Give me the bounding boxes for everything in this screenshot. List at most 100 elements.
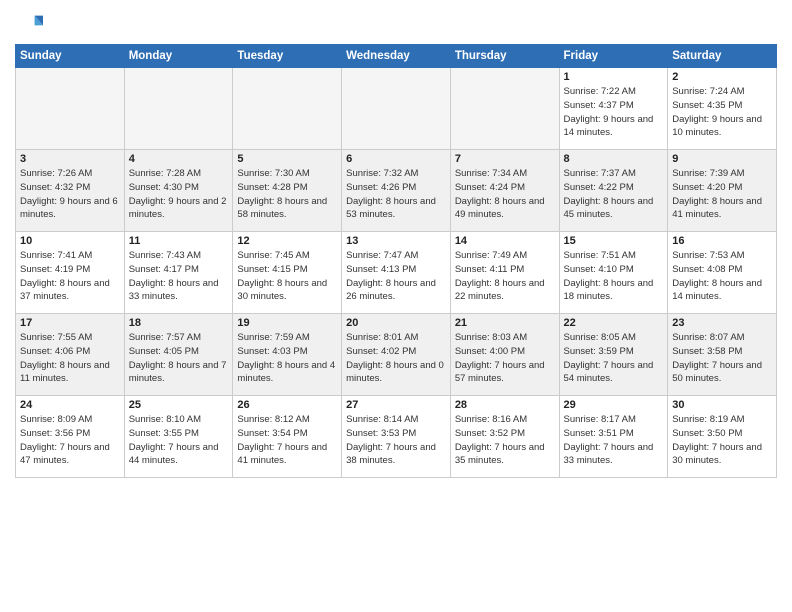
- day-number: 19: [237, 317, 337, 329]
- calendar-cell: 27 Sunrise: 8:14 AM Sunset: 3:53 PM Dayli…: [342, 396, 451, 478]
- day-number: 25: [129, 399, 229, 411]
- day-info: Sunrise: 7:49 AM Sunset: 4:11 PM Dayligh…: [455, 249, 555, 304]
- day-number: 22: [564, 317, 664, 329]
- calendar-cell: 26 Sunrise: 8:12 AM Sunset: 3:54 PM Dayli…: [233, 396, 342, 478]
- calendar-cell: 7 Sunrise: 7:34 AM Sunset: 4:24 PM Daylig…: [450, 150, 559, 232]
- day-number: 24: [20, 399, 120, 411]
- calendar-cell: [450, 68, 559, 150]
- day-info: Sunrise: 8:01 AM Sunset: 4:02 PM Dayligh…: [346, 331, 446, 386]
- day-info: Sunrise: 7:24 AM Sunset: 4:35 PM Dayligh…: [672, 85, 772, 140]
- col-header-saturday: Saturday: [668, 45, 777, 68]
- day-number: 4: [129, 153, 229, 165]
- col-header-monday: Monday: [124, 45, 233, 68]
- calendar-cell: 1 Sunrise: 7:22 AM Sunset: 4:37 PM Daylig…: [559, 68, 668, 150]
- calendar-cell: [233, 68, 342, 150]
- calendar-cell: 30Sunrise: 8:19 AM Sunset: 3:50 PM Dayli…: [668, 396, 777, 478]
- day-number: 16: [672, 235, 772, 247]
- day-number: 14: [455, 235, 555, 247]
- day-number: 8: [564, 153, 664, 165]
- day-info: Sunrise: 7:32 AM Sunset: 4:26 PM Dayligh…: [346, 167, 446, 222]
- day-number: 17: [20, 317, 120, 329]
- day-number: 6: [346, 153, 446, 165]
- day-number: 30: [672, 399, 772, 411]
- logo: [15, 10, 47, 38]
- day-number: 10: [20, 235, 120, 247]
- calendar-cell: 12 Sunrise: 7:45 AM Sunset: 4:15 PM Dayli…: [233, 232, 342, 314]
- day-number: 28: [455, 399, 555, 411]
- col-header-friday: Friday: [559, 45, 668, 68]
- day-info: Sunrise: 8:17 AM Sunset: 3:51 PM Dayligh…: [564, 413, 664, 468]
- day-info: Sunrise: 7:39 AM Sunset: 4:20 PM Dayligh…: [672, 167, 772, 222]
- day-number: 13: [346, 235, 446, 247]
- calendar-cell: 11 Sunrise: 7:43 AM Sunset: 4:17 PM Dayli…: [124, 232, 233, 314]
- day-info: Sunrise: 8:14 AM Sunset: 3:53 PM Dayligh…: [346, 413, 446, 468]
- day-info: Sunrise: 7:37 AM Sunset: 4:22 PM Dayligh…: [564, 167, 664, 222]
- day-number: 9: [672, 153, 772, 165]
- day-number: 3: [20, 153, 120, 165]
- day-number: 23: [672, 317, 772, 329]
- calendar-cell: 15 Sunrise: 7:51 AM Sunset: 4:10 PM Dayli…: [559, 232, 668, 314]
- day-number: 27: [346, 399, 446, 411]
- page: SundayMondayTuesdayWednesdayThursdayFrid…: [0, 0, 792, 612]
- day-info: Sunrise: 8:07 AM Sunset: 3:58 PM Dayligh…: [672, 331, 772, 386]
- calendar-table: SundayMondayTuesdayWednesdayThursdayFrid…: [15, 44, 777, 478]
- header: [15, 10, 777, 38]
- day-number: 20: [346, 317, 446, 329]
- day-info: Sunrise: 7:30 AM Sunset: 4:28 PM Dayligh…: [237, 167, 337, 222]
- day-info: Sunrise: 8:16 AM Sunset: 3:52 PM Dayligh…: [455, 413, 555, 468]
- calendar-cell: 19 Sunrise: 7:59 AM Sunset: 4:03 PM Dayli…: [233, 314, 342, 396]
- calendar-cell: 20 Sunrise: 8:01 AM Sunset: 4:02 PM Dayli…: [342, 314, 451, 396]
- calendar-cell: 9 Sunrise: 7:39 AM Sunset: 4:20 PM Daylig…: [668, 150, 777, 232]
- calendar-cell: 8 Sunrise: 7:37 AM Sunset: 4:22 PM Daylig…: [559, 150, 668, 232]
- day-info: Sunrise: 7:59 AM Sunset: 4:03 PM Dayligh…: [237, 331, 337, 386]
- day-info: Sunrise: 7:51 AM Sunset: 4:10 PM Dayligh…: [564, 249, 664, 304]
- day-number: 7: [455, 153, 555, 165]
- calendar-cell: 22 Sunrise: 8:05 AM Sunset: 3:59 PM Dayli…: [559, 314, 668, 396]
- calendar-week-row: 17 Sunrise: 7:55 AM Sunset: 4:06 PM Dayli…: [16, 314, 777, 396]
- day-info: Sunrise: 8:03 AM Sunset: 4:00 PM Dayligh…: [455, 331, 555, 386]
- day-info: Sunrise: 8:12 AM Sunset: 3:54 PM Dayligh…: [237, 413, 337, 468]
- calendar-week-row: 1 Sunrise: 7:22 AM Sunset: 4:37 PM Daylig…: [16, 68, 777, 150]
- calendar-week-row: 24 Sunrise: 8:09 AM Sunset: 3:56 PM Dayli…: [16, 396, 777, 478]
- calendar-cell: [342, 68, 451, 150]
- calendar-cell: 17 Sunrise: 7:55 AM Sunset: 4:06 PM Dayli…: [16, 314, 125, 396]
- day-number: 21: [455, 317, 555, 329]
- calendar-cell: 21 Sunrise: 8:03 AM Sunset: 4:00 PM Dayli…: [450, 314, 559, 396]
- day-info: Sunrise: 7:34 AM Sunset: 4:24 PM Dayligh…: [455, 167, 555, 222]
- calendar-week-row: 10Sunrise: 7:41 AM Sunset: 4:19 PM Dayli…: [16, 232, 777, 314]
- day-number: 11: [129, 235, 229, 247]
- day-number: 12: [237, 235, 337, 247]
- calendar-cell: 13 Sunrise: 7:47 AM Sunset: 4:13 PM Dayli…: [342, 232, 451, 314]
- day-number: 18: [129, 317, 229, 329]
- day-info: Sunrise: 7:53 AM Sunset: 4:08 PM Dayligh…: [672, 249, 772, 304]
- day-number: 15: [564, 235, 664, 247]
- day-info: Sunrise: 8:10 AM Sunset: 3:55 PM Dayligh…: [129, 413, 229, 468]
- calendar-cell: 4Sunrise: 7:28 AM Sunset: 4:30 PM Daylig…: [124, 150, 233, 232]
- day-info: Sunrise: 7:55 AM Sunset: 4:06 PM Dayligh…: [20, 331, 120, 386]
- day-number: 26: [237, 399, 337, 411]
- day-number: 29: [564, 399, 664, 411]
- day-info: Sunrise: 7:26 AM Sunset: 4:32 PM Dayligh…: [20, 167, 120, 222]
- logo-icon: [15, 10, 43, 38]
- day-info: Sunrise: 7:47 AM Sunset: 4:13 PM Dayligh…: [346, 249, 446, 304]
- day-info: Sunrise: 8:09 AM Sunset: 3:56 PM Dayligh…: [20, 413, 120, 468]
- calendar-cell: 28 Sunrise: 8:16 AM Sunset: 3:52 PM Dayli…: [450, 396, 559, 478]
- day-number: 5: [237, 153, 337, 165]
- calendar-header-row: SundayMondayTuesdayWednesdayThursdayFrid…: [16, 45, 777, 68]
- day-info: Sunrise: 7:43 AM Sunset: 4:17 PM Dayligh…: [129, 249, 229, 304]
- day-info: Sunrise: 7:45 AM Sunset: 4:15 PM Dayligh…: [237, 249, 337, 304]
- calendar-cell: 2Sunrise: 7:24 AM Sunset: 4:35 PM Daylig…: [668, 68, 777, 150]
- col-header-wednesday: Wednesday: [342, 45, 451, 68]
- calendar-cell: 10Sunrise: 7:41 AM Sunset: 4:19 PM Dayli…: [16, 232, 125, 314]
- calendar-cell: 23 Sunrise: 8:07 AM Sunset: 3:58 PM Dayli…: [668, 314, 777, 396]
- calendar-cell: 24 Sunrise: 8:09 AM Sunset: 3:56 PM Dayli…: [16, 396, 125, 478]
- col-header-thursday: Thursday: [450, 45, 559, 68]
- day-info: Sunrise: 8:05 AM Sunset: 3:59 PM Dayligh…: [564, 331, 664, 386]
- col-header-sunday: Sunday: [16, 45, 125, 68]
- calendar-cell: 5 Sunrise: 7:30 AM Sunset: 4:28 PM Daylig…: [233, 150, 342, 232]
- day-info: Sunrise: 7:22 AM Sunset: 4:37 PM Dayligh…: [564, 85, 664, 140]
- day-info: Sunrise: 7:57 AM Sunset: 4:05 PM Dayligh…: [129, 331, 229, 386]
- calendar-cell: 16 Sunrise: 7:53 AM Sunset: 4:08 PM Dayli…: [668, 232, 777, 314]
- day-number: 1: [564, 71, 664, 83]
- calendar-cell: 29 Sunrise: 8:17 AM Sunset: 3:51 PM Dayli…: [559, 396, 668, 478]
